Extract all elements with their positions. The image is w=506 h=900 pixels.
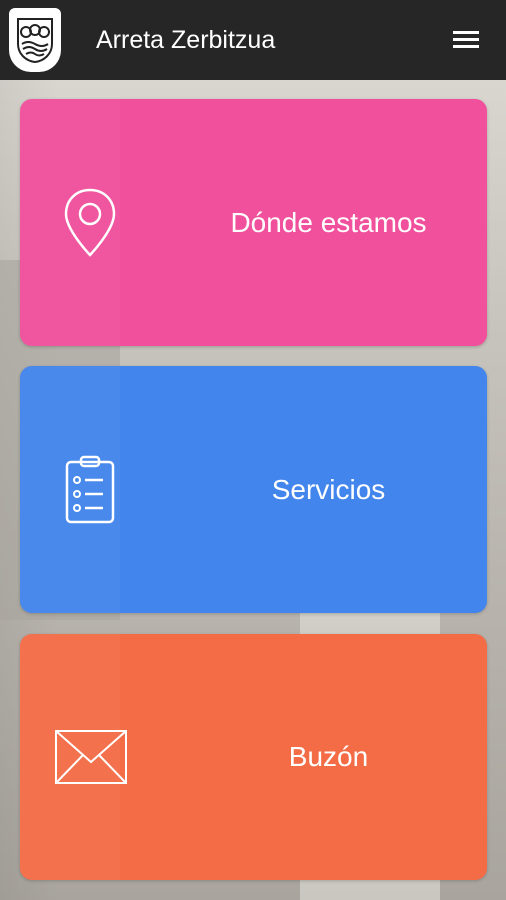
card-servicios[interactable]: Servicios xyxy=(20,366,487,613)
card-label: Dónde estamos xyxy=(230,206,427,238)
card-label: Servicios xyxy=(271,473,386,505)
basque-shield-icon[interactable] xyxy=(9,8,61,72)
app-title: Arreta Zerbitzua xyxy=(96,25,276,54)
clipboard-list-icon xyxy=(58,452,122,528)
top-app-bar: Arreta Zerbitzua xyxy=(0,0,506,80)
card-donde-estamos[interactable]: Dónde estamos xyxy=(20,99,487,346)
hamburger-menu-icon[interactable] xyxy=(448,22,484,58)
location-pin-icon xyxy=(58,185,122,261)
card-label: Buzón xyxy=(288,741,369,772)
card-buzon[interactable]: Buzón xyxy=(20,634,487,880)
envelope-icon xyxy=(54,719,128,795)
